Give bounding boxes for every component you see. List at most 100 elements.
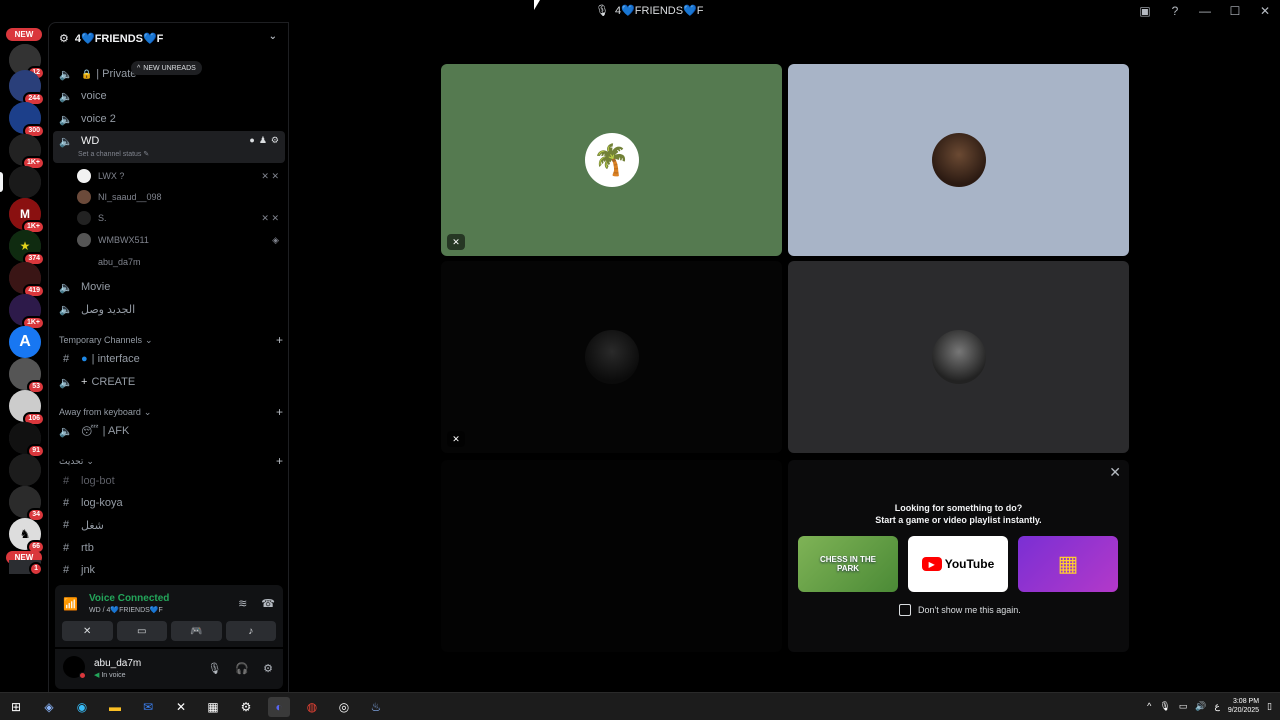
server-icon[interactable]: ★ 374 — [9, 230, 45, 266]
channel-wd[interactable]: 🔈 WD ● ♟ ⚙ — [53, 131, 285, 163]
add-channel-icon[interactable]: + — [276, 454, 283, 468]
server-icon[interactable]: 106 — [9, 390, 45, 426]
headphones-icon[interactable]: 🎧 — [235, 662, 249, 675]
close-button[interactable]: ✕ — [1250, 0, 1280, 22]
dont-show-checkbox[interactable]: Don't show me this again. — [899, 604, 1021, 616]
participant-tile[interactable]: 🌴 ✕ — [441, 64, 782, 256]
participant-tile[interactable]: ✕ — [441, 261, 782, 453]
close-icon[interactable]: ✕ — [1109, 464, 1121, 481]
channel-log-koya[interactable]: # log-koya — [53, 494, 285, 512]
youtube-activity-card[interactable]: ▶ YouTube — [908, 536, 1008, 592]
add-channel-icon[interactable]: + — [276, 333, 283, 347]
activities-button[interactable]: 🎮 — [171, 621, 222, 641]
voice-speaker-icon: 🎙 — [595, 5, 609, 17]
mic-tray-icon[interactable]: 🎙 — [1159, 701, 1170, 712]
category-temporary[interactable]: Temporary Channels ⌄ + — [59, 333, 285, 347]
avatar — [77, 255, 91, 269]
chrome-icon[interactable]: ◍ — [301, 697, 323, 717]
notification-icon[interactable]: ▯ — [1267, 701, 1272, 712]
hash-icon: # — [62, 519, 70, 531]
server-icon[interactable]: 1K+ — [9, 294, 45, 330]
screen-share-button[interactable]: ▭ — [116, 621, 167, 641]
xbox-icon[interactable]: ✕ — [170, 697, 192, 717]
steam-icon[interactable]: ♨ — [365, 697, 387, 717]
channel-arabic-text[interactable]: # شغل — [53, 516, 285, 534]
disconnect-icon[interactable]: ☎ — [261, 597, 275, 610]
server-icon[interactable]: 1 — [9, 560, 43, 576]
noise-suppression-icon[interactable]: ≋ — [238, 597, 247, 610]
server-icon[interactable]: A — [9, 326, 41, 358]
chevron-up-icon[interactable]: ^ — [1147, 701, 1151, 711]
store-icon[interactable]: ▦ — [202, 697, 224, 717]
gear-icon[interactable]: ⚙ — [271, 135, 279, 146]
network-icon[interactable]: ▭ — [1179, 701, 1188, 712]
voice-user[interactable]: WMBWX511 ◈ — [77, 232, 285, 248]
server-icon[interactable]: 91 — [9, 422, 45, 458]
channel-voice-2[interactable]: 🔈 voice 2 — [53, 110, 285, 128]
blocks-activity-card[interactable]: ▦ — [1018, 536, 1118, 592]
channel-voice[interactable]: 🔈 voice — [53, 87, 285, 105]
category-arabic[interactable]: تحديث ⌄ + — [59, 454, 285, 468]
server-icon[interactable]: ♞ 66 — [9, 518, 45, 554]
edge-icon[interactable]: ◉ — [71, 697, 93, 717]
channel-rtb[interactable]: # rtb — [53, 539, 285, 557]
microphone-icon[interactable]: 🎙 — [207, 662, 221, 675]
voice-user[interactable]: S. ✕ ✕ — [77, 210, 285, 226]
voice-user[interactable]: abu_da7m — [77, 254, 285, 270]
channel-create[interactable]: 🔈 + CREATE — [53, 373, 285, 391]
server-icon[interactable]: 300 — [9, 102, 45, 138]
speaker-icon: 🔈 — [59, 90, 73, 103]
channel-afk[interactable]: 🔈 😴 | AFK — [53, 422, 285, 440]
discord-icon[interactable]: ◐ — [268, 697, 290, 717]
category-afk[interactable]: Away from keyboard ⌄ + — [59, 405, 285, 419]
voice-user[interactable]: LWX ? ✕ ✕ — [77, 168, 285, 184]
file-explorer-icon[interactable]: ▬ — [104, 697, 126, 717]
steelseries-icon[interactable]: ⚙ — [235, 697, 257, 717]
server-icon[interactable] — [9, 166, 41, 198]
invite-icon[interactable]: ♟ — [259, 135, 267, 146]
checkbox[interactable] — [899, 604, 911, 616]
maximize-button[interactable]: ☐ — [1220, 0, 1250, 22]
username[interactable]: abu_da7m — [94, 658, 141, 669]
copilot-icon[interactable]: ◈ — [38, 697, 60, 717]
new-unreads-pill[interactable]: ^ NEW UNREADS — [131, 61, 202, 75]
help-icon[interactable]: ? — [1160, 0, 1190, 22]
participant-tile[interactable] — [788, 261, 1129, 453]
windows-start-icon[interactable]: ⊞ — [5, 697, 27, 717]
channel-status[interactable]: Set a channel status ✎ — [78, 150, 149, 158]
chess-activity-card[interactable]: CHESS IN THE PARK — [798, 536, 898, 592]
channel-jnk[interactable]: # jnk — [53, 561, 285, 579]
chat-icon[interactable]: ● — [249, 135, 254, 146]
server-icon[interactable]: 244 — [9, 70, 45, 106]
voice-channel-link[interactable]: WD / 4💙FRIENDS💙F — [89, 606, 163, 614]
server-icon[interactable]: 34 — [9, 486, 45, 522]
new-pill[interactable]: NEW — [6, 28, 42, 41]
server-icon[interactable] — [9, 454, 41, 486]
channel-interface[interactable]: # ● | interface — [53, 350, 285, 368]
channel-movie[interactable]: 🔈 Movie — [53, 278, 285, 296]
channel-arabic-voice[interactable]: 🔈 الجديد وصل — [53, 300, 285, 318]
camera-off-button[interactable]: ✕ — [62, 621, 113, 641]
voice-status[interactable]: Voice Connected — [89, 593, 169, 604]
mouse-cursor — [534, 0, 540, 10]
server-icon[interactable]: M 1K+ — [9, 198, 45, 234]
guild-header[interactable]: ⚙ 4💙FRIENDS💙F ⌄ — [49, 23, 289, 53]
server-icon[interactable]: 1K+ — [9, 134, 45, 170]
add-channel-icon[interactable]: + — [276, 405, 283, 419]
server-icon[interactable]: 53 — [9, 358, 45, 394]
minimize-button[interactable]: — — [1190, 0, 1220, 22]
soundboard-button[interactable]: ♪ — [225, 621, 276, 641]
channel-log-bot[interactable]: # log-bot — [53, 472, 285, 490]
language-icon[interactable]: ع — [1215, 701, 1220, 712]
voice-user[interactable]: NI_saaud__098 — [77, 189, 285, 205]
clock[interactable]: 3:08 PM 9/20/2025 — [1228, 697, 1259, 715]
participant-tile[interactable] — [788, 64, 1129, 256]
signal-icon[interactable]: 📶 — [63, 597, 78, 611]
inbox-icon[interactable]: ▣ — [1130, 0, 1160, 22]
outlook-icon[interactable]: ✉ — [137, 697, 159, 717]
server-icon[interactable]: 419 — [9, 262, 45, 298]
gear-icon[interactable]: ⚙ — [263, 662, 273, 675]
volume-icon[interactable]: 🔊 — [1195, 701, 1206, 712]
participant-tile[interactable] — [441, 460, 782, 652]
obs-icon[interactable]: ◎ — [333, 697, 355, 717]
